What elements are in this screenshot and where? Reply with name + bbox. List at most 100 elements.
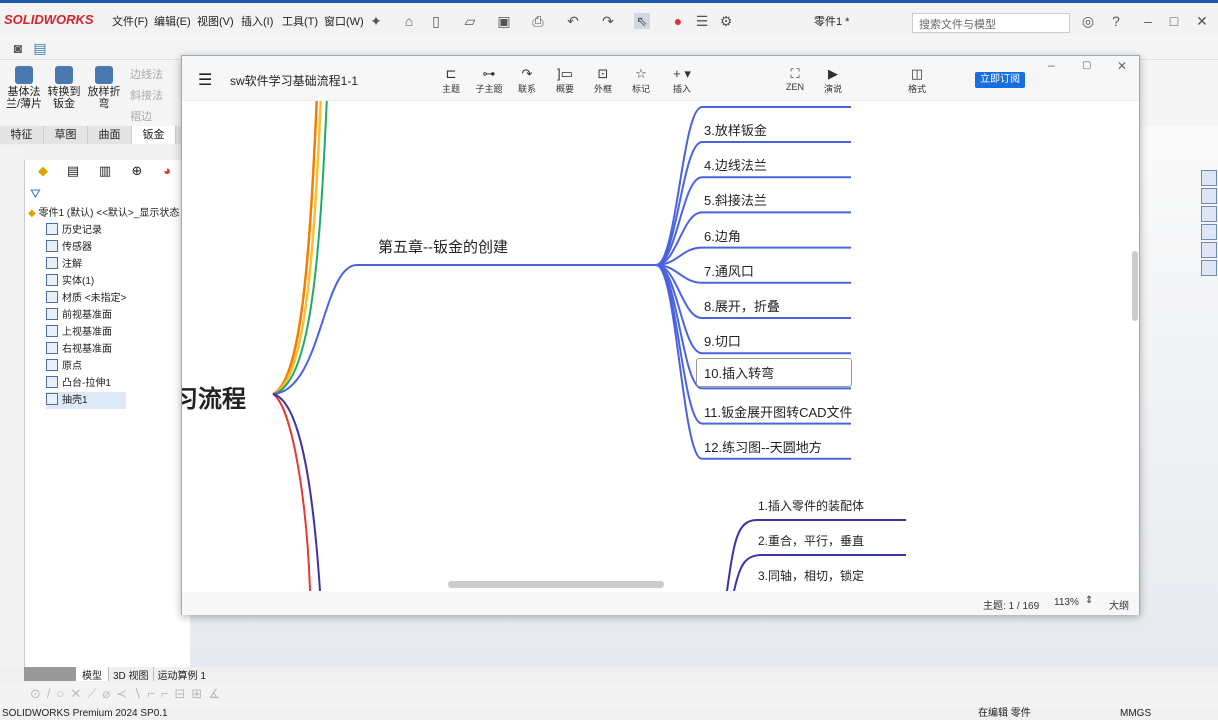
convert-to-sheet-metal-button[interactable]: 转换到钣金	[44, 66, 84, 110]
configuration-manager-tab-icon[interactable]: ▥	[90, 163, 120, 183]
topic-button[interactable]: ⊏ 主题	[434, 66, 468, 95]
save-icon[interactable]: ▣	[496, 13, 512, 29]
tab-model[interactable]: 模型	[76, 667, 108, 682]
sketch-tools-icons[interactable]: ⊙/○✕⟋⌀≺∖⌐⌐⊟⊞∡	[30, 686, 226, 701]
next-chapter-item[interactable]: 1.插入零件的装配体	[758, 497, 864, 514]
filter-icon[interactable]: ⛛	[30, 186, 41, 202]
file-explorer-icon[interactable]	[1201, 206, 1217, 222]
close-icon[interactable]: ✕	[1194, 13, 1210, 29]
tree-item-top-plane[interactable]: 上视基准面	[46, 324, 126, 341]
redo-icon[interactable]: ↷	[600, 13, 616, 29]
tree-root[interactable]: ◆ 零件1 (默认) <<默认>_显示状态	[28, 205, 183, 222]
tree-item-solid-bodies[interactable]: 实体(1)	[46, 273, 126, 290]
rebuild-icon[interactable]: ●	[670, 13, 686, 29]
appearances-icon[interactable]	[1201, 242, 1217, 258]
marker-button[interactable]: ☆ 标记	[624, 66, 658, 95]
menu-file[interactable]: 文件(F)	[112, 13, 148, 29]
zoom-stepper-icon[interactable]: ⇕	[1085, 595, 1093, 606]
zen-button[interactable]: ⛶ ZEN	[778, 66, 812, 92]
tab-surface[interactable]: 曲面	[88, 126, 132, 144]
minimize-icon[interactable]: –	[1140, 13, 1156, 29]
tree-item-shell[interactable]: 抽壳1	[46, 392, 127, 409]
tree-item-right-plane[interactable]: 右视基准面	[46, 341, 126, 358]
menu-edit[interactable]: 编辑(E)	[154, 13, 191, 29]
tab-motion-study[interactable]: 运动算例 1	[152, 667, 210, 682]
options-gear-icon[interactable]: ⚙	[718, 13, 734, 29]
insert-button[interactable]: + ▾ 插入	[665, 66, 699, 95]
print-icon[interactable]: ⎙	[530, 13, 546, 29]
format-button[interactable]: ◫ 格式	[900, 66, 934, 95]
chapter-item[interactable]: 6.边角	[704, 226, 741, 245]
menu-view[interactable]: 视图(V)	[197, 13, 234, 29]
tree-item-history[interactable]: 历史记录	[46, 222, 126, 239]
chapter-item[interactable]: 4.边线法兰	[704, 155, 767, 174]
search-input[interactable]: 搜索文件与模型	[912, 13, 1070, 33]
subscribe-button[interactable]: 立即订阅	[975, 72, 1025, 88]
hamburger-menu-icon[interactable]: ☰	[198, 70, 212, 90]
zoom-level[interactable]: 113%	[1054, 597, 1079, 608]
custom-properties-icon[interactable]	[1201, 260, 1217, 276]
chapter-topic[interactable]: 第五章--钣金的创建	[378, 236, 508, 257]
boundary-button[interactable]: ⊡ 外框	[586, 66, 620, 95]
miter-flange-button[interactable]: 斜接法	[130, 87, 163, 103]
maximize-icon[interactable]: □	[1166, 13, 1182, 29]
view-icon[interactable]: ▤	[32, 40, 48, 56]
feature-manager-tab-icon[interactable]: ◆	[28, 163, 58, 183]
hem-button[interactable]: 褶边	[130, 108, 152, 124]
tree-item-front-plane[interactable]: 前视基准面	[46, 307, 126, 324]
home-icon[interactable]	[1201, 170, 1217, 186]
menu-insert[interactable]: 插入(I)	[241, 13, 273, 29]
tree-item-boss-extrude[interactable]: 凸台-拉伸1	[46, 375, 126, 392]
root-topic[interactable]: 习流程	[182, 379, 246, 414]
chapter-item[interactable]: 9.切口	[704, 331, 741, 350]
help-icon[interactable]: ?	[1108, 13, 1124, 29]
new-file-icon[interactable]: ▯	[428, 13, 444, 29]
tab-3d-view[interactable]: 3D 视图	[108, 667, 153, 682]
outline-button[interactable]: 大纲	[1109, 597, 1129, 612]
units-selector[interactable]: MMGS	[1120, 708, 1151, 720]
tab-sketch[interactable]: 草图	[44, 126, 88, 144]
horizontal-scrollbar[interactable]	[448, 581, 664, 588]
summary-button[interactable]: ]▭ 概要	[548, 66, 582, 95]
chapter-item[interactable]: 12.练习图--天圆地方	[704, 437, 822, 456]
menu-window[interactable]: 窗口(W)	[324, 13, 364, 29]
select-icon[interactable]: ⇖	[634, 13, 650, 29]
chapter-item[interactable]: 5.斜接法兰	[704, 190, 767, 209]
close-icon[interactable]: ✕	[1117, 59, 1127, 73]
property-manager-tab-icon[interactable]: ▤	[58, 163, 88, 183]
vertical-scrollbar[interactable]	[1132, 251, 1138, 321]
account-icon[interactable]: ◎	[1080, 13, 1096, 29]
chapter-item[interactable]: 11.钣金展开图转CAD文件	[704, 402, 853, 421]
camera-icon[interactable]: ◙	[10, 40, 26, 56]
base-flange-button[interactable]: 基体法兰/薄片	[4, 66, 44, 110]
pin-icon[interactable]: ✦	[368, 13, 384, 29]
chapter-item[interactable]: 8.展开，折叠	[704, 296, 780, 315]
dimxpert-tab-icon[interactable]: ⊕	[122, 163, 152, 183]
tab-scroll[interactable]	[24, 667, 76, 681]
tab-sheet-metal[interactable]: 钣金	[132, 126, 176, 144]
tree-item-annotations[interactable]: 注解	[46, 256, 126, 273]
relationship-button[interactable]: ↷ 联系	[510, 66, 544, 95]
undo-icon[interactable]: ↶	[565, 13, 581, 29]
display-manager-tab-icon[interactable]: ◕	[152, 163, 182, 183]
resources-icon[interactable]	[1201, 188, 1217, 204]
chapter-item[interactable]: 3.放样钣金	[704, 120, 767, 139]
next-chapter-item[interactable]: 3.同轴，相切，锁定	[758, 567, 864, 584]
open-icon[interactable]: ▱	[462, 13, 478, 29]
maximize-icon[interactable]: ▢	[1082, 60, 1091, 71]
menu-tools[interactable]: 工具(T)	[282, 13, 318, 29]
tree-item-origin[interactable]: 原点	[46, 358, 126, 375]
home-icon[interactable]: ⌂	[401, 13, 417, 29]
present-button[interactable]: ▶ 演说	[816, 66, 850, 95]
subtopic-button[interactable]: ⊶ 子主题	[472, 66, 506, 95]
tab-features[interactable]: 特征	[0, 126, 44, 144]
minimize-icon[interactable]: –	[1048, 58, 1055, 72]
tree-item-sensors[interactable]: 传感器	[46, 239, 126, 256]
lofted-bend-button[interactable]: 放样折弯	[84, 66, 124, 110]
tree-item-material[interactable]: 材质 <未指定>	[46, 290, 126, 307]
mindmap-canvas[interactable]: 习流程 第五章--钣金的创建 3.放样钣金 4.边线法兰 5.斜接法兰 6.边角 7.通…	[182, 101, 1139, 591]
edge-flange-button[interactable]: 边线法	[130, 66, 163, 82]
next-chapter-item[interactable]: 2.重合，平行，垂直	[758, 532, 864, 549]
chapter-item[interactable]: 7.通风口	[704, 261, 754, 280]
file-properties-icon[interactable]: ☰	[694, 13, 710, 29]
